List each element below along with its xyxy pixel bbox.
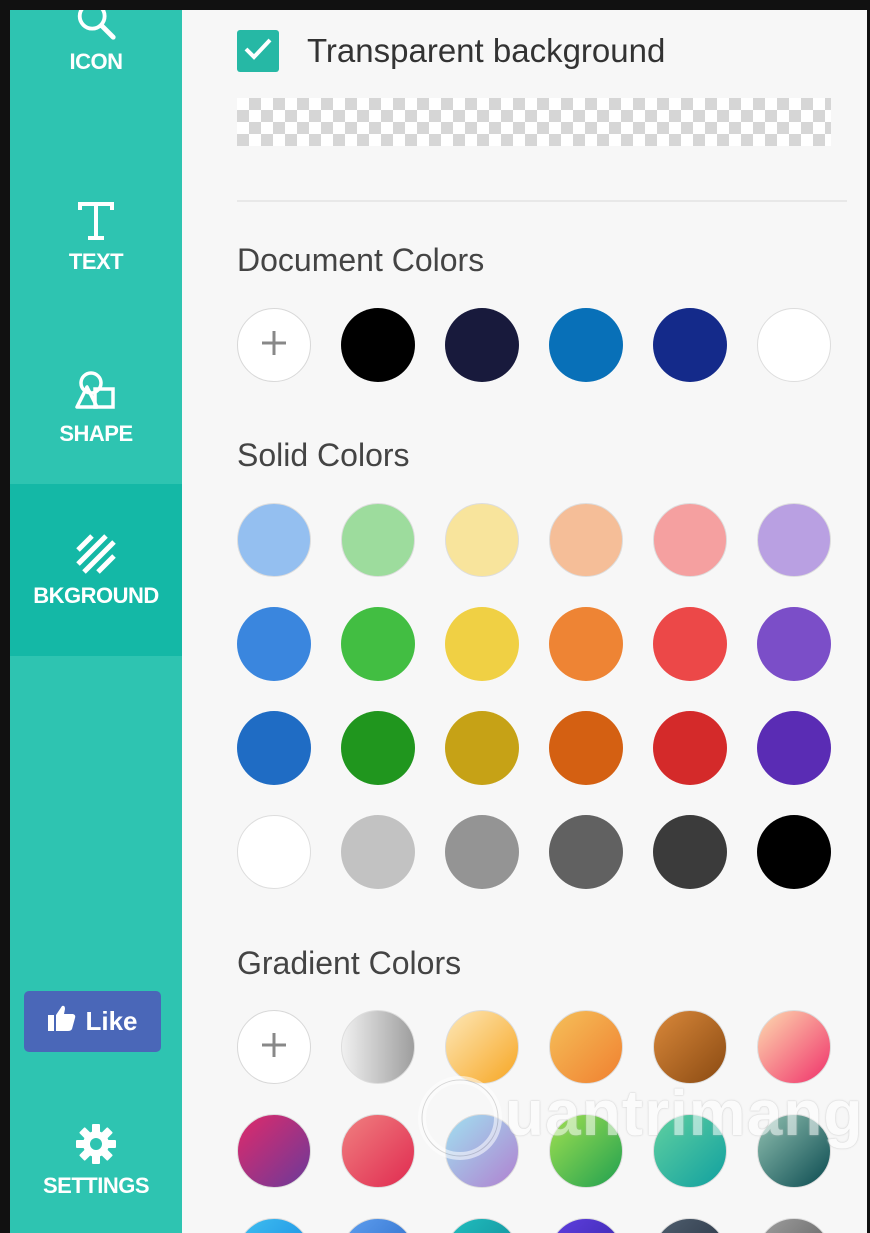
divider <box>237 200 847 202</box>
checkmark-icon <box>243 36 273 67</box>
solid-color-swatch[interactable] <box>237 607 311 681</box>
sidebar-item-bkground[interactable]: BKGROUND <box>10 484 182 656</box>
solid-color-swatch[interactable] <box>757 503 831 577</box>
gear-icon <box>73 1121 119 1167</box>
thumbs-up-icon <box>47 1004 77 1039</box>
sidebar-item-icon[interactable]: ICON <box>10 10 182 122</box>
stripes-icon <box>73 531 119 577</box>
solid-color-swatch[interactable] <box>653 815 727 889</box>
solid-color-swatch[interactable] <box>653 607 727 681</box>
solid-color-swatch[interactable] <box>549 503 623 577</box>
solid-color-swatch[interactable] <box>237 503 311 577</box>
gradient-color-swatch[interactable] <box>549 1218 623 1233</box>
text-t-icon <box>73 197 119 243</box>
gradient-color-swatch[interactable] <box>445 1010 519 1084</box>
gradient-color-swatch[interactable] <box>549 1114 623 1188</box>
settings-label: SETTINGS <box>42 1173 150 1198</box>
solid-color-swatch[interactable] <box>549 711 623 785</box>
gradient-color-swatch[interactable] <box>445 1218 519 1233</box>
search-icon <box>73 10 119 43</box>
sidebar: ICON TEXT SHAPE BKGROUND Like SETTINGS <box>10 10 182 1233</box>
solid-colors-title: Solid Colors <box>237 437 410 473</box>
gradient-color-swatch[interactable] <box>653 1218 727 1233</box>
plus-icon <box>260 1031 288 1064</box>
solid-color-swatch[interactable] <box>237 815 311 889</box>
gradient-color-swatch[interactable] <box>653 1114 727 1188</box>
solid-color-swatch[interactable] <box>341 711 415 785</box>
solid-color-swatch[interactable] <box>445 815 519 889</box>
like-label: Like <box>85 1006 138 1036</box>
transparent-background-label: Transparent background <box>307 32 666 69</box>
solid-color-swatch[interactable] <box>653 503 727 577</box>
gradient-color-swatch[interactable] <box>549 1010 623 1084</box>
document-color-swatch[interactable] <box>757 308 831 382</box>
shape-icon <box>73 369 119 415</box>
sidebar-item-label: SHAPE <box>59 421 133 446</box>
sidebar-item-label: TEXT <box>68 249 124 274</box>
gradient-color-swatch[interactable] <box>653 1010 727 1084</box>
document-color-swatch[interactable] <box>341 308 415 382</box>
transparent-swatch[interactable] <box>237 98 831 146</box>
document-color-swatch[interactable] <box>549 308 623 382</box>
solid-color-swatch[interactable] <box>757 711 831 785</box>
solid-color-swatch[interactable] <box>549 815 623 889</box>
solid-color-swatch[interactable] <box>341 815 415 889</box>
app-frame: ICON TEXT SHAPE BKGROUND Like SETTINGS T… <box>0 0 870 1233</box>
solid-color-swatch[interactable] <box>653 711 727 785</box>
gradient-color-swatch[interactable] <box>237 1218 311 1233</box>
solid-color-swatch[interactable] <box>549 607 623 681</box>
document-colors-title: Document Colors <box>237 242 485 278</box>
background-panel: Transparent background Document Colors S… <box>182 10 867 1233</box>
add-document-color-button[interactable] <box>237 308 311 382</box>
gradient-color-swatch[interactable] <box>757 1010 831 1084</box>
gradient-color-swatch[interactable] <box>237 1114 311 1188</box>
gradient-color-swatch[interactable] <box>757 1218 831 1233</box>
gradient-color-swatch[interactable] <box>341 1218 415 1233</box>
solid-color-swatch[interactable] <box>341 503 415 577</box>
solid-color-swatch[interactable] <box>757 815 831 889</box>
gradient-color-swatch[interactable] <box>757 1114 831 1188</box>
gradient-color-swatch[interactable] <box>341 1114 415 1188</box>
add-gradient-color-button[interactable] <box>237 1010 311 1084</box>
gradient-color-swatch[interactable] <box>341 1010 415 1084</box>
solid-color-swatch[interactable] <box>445 503 519 577</box>
facebook-like-button[interactable]: Like <box>24 991 161 1052</box>
transparent-background-checkbox[interactable] <box>237 30 279 72</box>
sidebar-item-shape[interactable]: SHAPE <box>10 322 182 494</box>
solid-color-swatch[interactable] <box>237 711 311 785</box>
solid-color-swatch[interactable] <box>757 607 831 681</box>
plus-icon <box>260 329 288 362</box>
solid-color-swatch[interactable] <box>341 607 415 681</box>
document-color-swatch[interactable] <box>653 308 727 382</box>
document-color-swatch[interactable] <box>445 308 519 382</box>
gradient-color-swatch[interactable] <box>445 1114 519 1188</box>
solid-color-swatch[interactable] <box>445 711 519 785</box>
sidebar-item-settings[interactable]: SETTINGS <box>10 1105 182 1215</box>
gradient-colors-title: Gradient Colors <box>237 945 462 981</box>
sidebar-item-label: ICON <box>69 49 124 74</box>
sidebar-item-text[interactable]: TEXT <box>10 150 182 322</box>
sidebar-item-label: BKGROUND <box>33 583 159 608</box>
solid-color-swatch[interactable] <box>445 607 519 681</box>
